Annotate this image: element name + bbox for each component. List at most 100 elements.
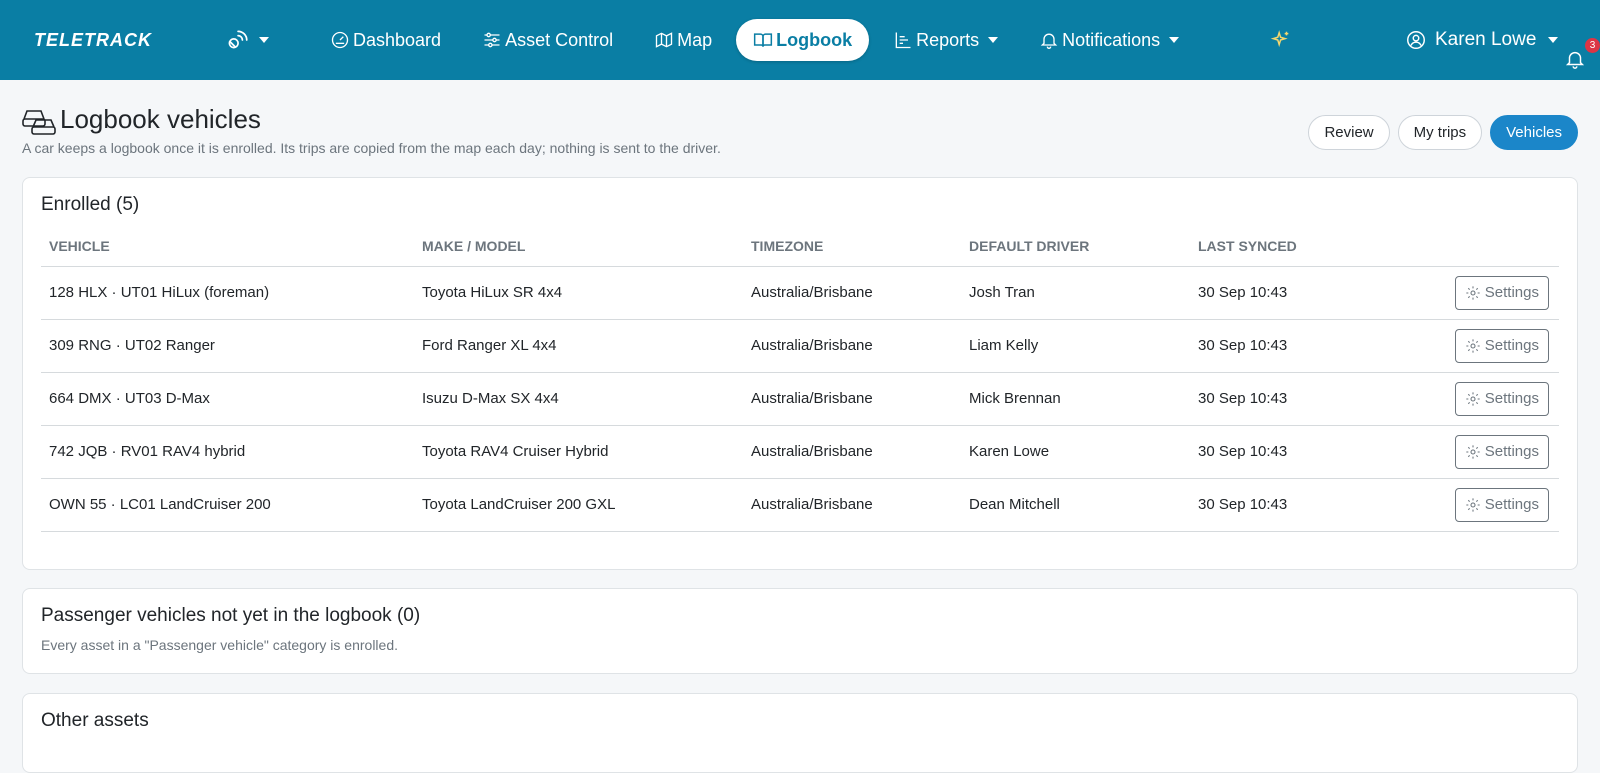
cell-default-driver: Josh Tran <box>961 266 1190 320</box>
not-enrolled-note: Every asset in a "Passenger vehicle" cat… <box>41 637 399 653</box>
signal-dropdown[interactable] <box>224 19 269 61</box>
enrolled-table: VEHICLE MAKE / MODEL TIMEZONE DEFAULT DR… <box>41 226 1559 532</box>
cell-actions: Settings <box>1376 478 1559 532</box>
table-row: 309 RNG · UT02 Ranger Ford Ranger XL 4x4 A… <box>41 319 1559 373</box>
cell-vehicle: 742 JQB · RV01 RAV4 hybrid <box>41 425 414 479</box>
sparkles-button[interactable] <box>1270 19 1292 61</box>
gear-icon <box>1466 391 1480 406</box>
enrolled-title: Enrolled (5) <box>41 194 140 215</box>
user-menu[interactable]: Karen Lowe <box>1405 19 1559 61</box>
sliders-icon <box>484 32 500 48</box>
chevron-down-icon <box>1169 37 1180 43</box>
cell-timezone: Australia/Brisbane <box>743 266 961 320</box>
nav-reports-label: Reports <box>916 29 980 50</box>
top-navbar: TELETRACK Dashboard Asset Control Map Lo… <box>0 0 1600 80</box>
nav-map-label: Map <box>677 29 713 50</box>
cell-make-model: Isuzu D-Max SX 4x4 <box>414 372 743 426</box>
gear-icon <box>1466 497 1480 512</box>
page-subtitle: A car keeps a logbook once it is enrolle… <box>22 140 721 156</box>
chart-icon <box>895 32 911 49</box>
notification-count-badge: 3 <box>1585 38 1600 53</box>
cell-make-model: Toyota RAV4 Cruiser Hybrid <box>414 425 743 479</box>
dashboard-icon <box>331 31 349 49</box>
cell-last-synced: 30 Sep 10:43 <box>1190 266 1377 320</box>
column-header-timezone: TIMEZONE <box>743 226 961 267</box>
chevron-down-icon <box>988 37 999 43</box>
settings-button[interactable]: Settings <box>1454 434 1549 469</box>
cell-actions: Settings <box>1376 372 1559 426</box>
not-enrolled-card: Passenger vehicles not yet in the logboo… <box>22 588 1578 674</box>
signal-icon <box>228 30 248 49</box>
nav-map[interactable]: Map <box>637 19 729 61</box>
column-header-vehicle: VEHICLE <box>41 226 414 267</box>
table-row: 128 HLX · UT01 HiLux (foreman) Toyota HiL… <box>41 266 1559 320</box>
gear-icon <box>1466 285 1480 300</box>
settings-button[interactable]: Settings <box>1454 381 1549 416</box>
nav-logbook[interactable]: Logbook <box>736 19 870 61</box>
chevron-down-icon <box>1548 37 1559 43</box>
cell-timezone: Australia/Brisbane <box>743 319 961 373</box>
nav-asset-control-label: Asset Control <box>505 29 614 50</box>
other-assets-title: Other assets <box>41 710 149 731</box>
column-header-make-model: MAKE / MODEL <box>414 226 743 267</box>
nav-notifications[interactable]: Notifications <box>1022 19 1196 61</box>
page-header: Logbook vehicles A car keeps a logbook o… <box>22 104 721 156</box>
cell-default-driver: Karen Lowe <box>961 425 1190 479</box>
settings-label: Settings <box>1484 496 1539 513</box>
cell-last-synced: 30 Sep 10:43 <box>1190 425 1377 479</box>
page-title: Logbook vehicles <box>60 104 261 134</box>
settings-button[interactable]: Settings <box>1454 275 1549 310</box>
bell-icon <box>1040 33 1058 49</box>
cell-make-model: Ford Ranger XL 4x4 <box>414 319 743 373</box>
cell-vehicle: 309 RNG · UT02 Ranger <box>41 319 414 373</box>
nav-dashboard-label: Dashboard <box>353 29 442 50</box>
map-icon <box>655 32 673 48</box>
cell-vehicle: 664 DMX · UT03 D-Max <box>41 372 414 426</box>
other-assets-card: Other assets <box>22 693 1578 773</box>
cell-timezone: Australia/Brisbane <box>743 425 961 479</box>
view-switcher: Review My trips Vehicles <box>1308 115 1578 150</box>
not-enrolled-title: Passenger vehicles not yet in the logboo… <box>41 605 421 626</box>
sparkles-icon <box>1270 30 1289 48</box>
notifications-bell-button[interactable]: 3 <box>1564 38 1600 80</box>
settings-button[interactable]: Settings <box>1454 328 1549 363</box>
nav-dashboard[interactable]: Dashboard <box>313 19 458 61</box>
cell-timezone: Australia/Brisbane <box>743 372 961 426</box>
cars-icon <box>22 109 56 135</box>
cell-last-synced: 30 Sep 10:43 <box>1190 372 1377 426</box>
brand-logo[interactable]: TELETRACK <box>34 30 224 51</box>
nav-asset-control[interactable]: Asset Control <box>465 19 630 61</box>
column-header-last-synced: LAST SYNCED <box>1190 226 1377 267</box>
cell-make-model: Toyota HiLux SR 4x4 <box>414 266 743 320</box>
gear-icon <box>1466 338 1480 353</box>
settings-label: Settings <box>1484 337 1539 354</box>
nav-logbook-label: Logbook <box>776 29 853 50</box>
cell-last-synced: 30 Sep 10:43 <box>1190 319 1377 373</box>
cell-actions: Settings <box>1376 425 1559 479</box>
book-icon <box>754 33 773 47</box>
cell-vehicle: OWN 55 · LC01 LandCruiser 200 <box>41 478 414 532</box>
user-icon <box>1407 31 1425 49</box>
table-row: 742 JQB · RV01 RAV4 hybrid Toyota RAV4 Cr… <box>41 425 1559 479</box>
settings-label: Settings <box>1484 284 1539 301</box>
settings-button[interactable]: Settings <box>1454 487 1549 522</box>
nav-reports[interactable]: Reports <box>876 19 1015 61</box>
settings-label: Settings <box>1484 443 1539 460</box>
bell-icon <box>1565 51 1585 69</box>
cell-actions: Settings <box>1376 319 1559 373</box>
my-trips-pill[interactable]: My trips <box>1397 115 1483 150</box>
gear-icon <box>1466 444 1480 459</box>
cell-timezone: Australia/Brisbane <box>743 478 961 532</box>
nav-notifications-label: Notifications <box>1062 29 1161 50</box>
cell-default-driver: Dean Mitchell <box>961 478 1190 532</box>
column-header-actions <box>1376 226 1559 267</box>
cell-last-synced: 30 Sep 10:43 <box>1190 478 1377 532</box>
settings-label: Settings <box>1484 390 1539 407</box>
cell-vehicle: 128 HLX · UT01 HiLux (foreman) <box>41 266 414 320</box>
review-pill[interactable]: Review <box>1308 115 1390 150</box>
cell-actions: Settings <box>1376 266 1559 320</box>
vehicles-pill[interactable]: Vehicles <box>1490 115 1578 150</box>
chevron-down-icon <box>259 37 269 43</box>
user-name: Karen Lowe <box>1435 29 1537 50</box>
cell-default-driver: Liam Kelly <box>961 319 1190 373</box>
